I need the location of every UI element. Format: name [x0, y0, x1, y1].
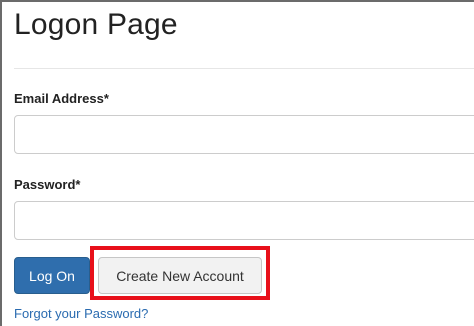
page-title: Logon Page — [14, 8, 178, 41]
logon-page: Logon Page Email Address* Password* Log … — [0, 0, 474, 326]
header-divider — [14, 68, 474, 69]
email-input[interactable] — [14, 115, 474, 154]
create-new-account-button[interactable]: Create New Account — [98, 257, 262, 294]
email-label: Email Address* — [14, 91, 109, 106]
password-input[interactable] — [14, 201, 474, 240]
forgot-password-link[interactable]: Forgot your Password? — [14, 306, 148, 321]
password-label: Password* — [14, 177, 81, 192]
log-on-button[interactable]: Log On — [14, 257, 90, 294]
